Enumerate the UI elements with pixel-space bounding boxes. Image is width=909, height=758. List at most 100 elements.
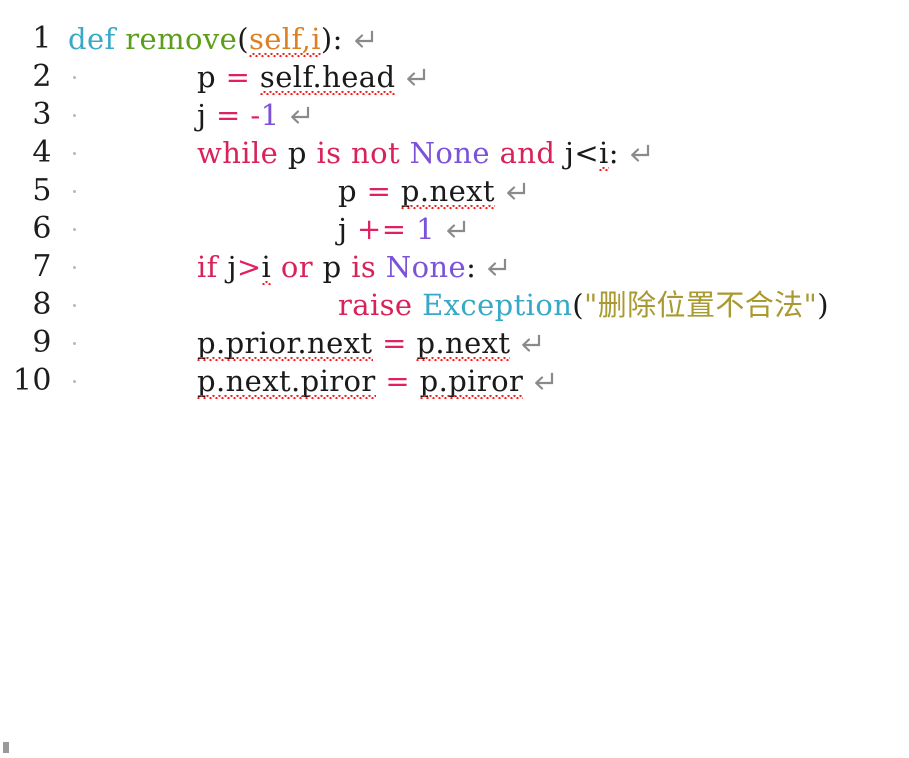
code-token: is [316, 136, 342, 170]
carriage-return-icon [626, 143, 650, 165]
spellcheck-underlined-token: p.next.piror [197, 364, 376, 399]
code-token: 1 [416, 212, 435, 246]
code-text[interactable]: j += 1 [338, 210, 466, 248]
code-token: = [385, 364, 411, 398]
code-token: None [385, 250, 467, 284]
code-token: raise [338, 288, 413, 322]
code-text[interactable]: p = p.next [338, 172, 526, 210]
whitespace-indicator-dot [73, 190, 76, 193]
line-number: 1 [32, 21, 52, 56]
code-token: = [382, 326, 407, 360]
spellcheck-underlined-token: self,i [248, 22, 321, 57]
code-line[interactable]: 6 j += 1 [0, 210, 909, 248]
code-text[interactable]: j = -1 [197, 96, 310, 134]
code-token: p [338, 174, 357, 208]
code-text[interactable]: p.prior.next = p.next [197, 324, 541, 362]
carriage-return-icon [483, 257, 507, 279]
code-editor[interactable]: 1 def remove(self,i): 2 p = self.head 3 j = -… [0, 0, 909, 758]
line-number: 6 [32, 211, 52, 246]
code-token: ) [817, 288, 829, 322]
line-number: 7 [32, 249, 52, 284]
code-token: : [608, 136, 619, 170]
code-token: = [366, 174, 392, 208]
code-line[interactable]: 9 p.prior.next = p.next [0, 324, 909, 362]
code-text[interactable]: def remove(self,i): [68, 20, 374, 58]
carriage-return-icon [286, 105, 310, 127]
spellcheck-underlined-token: p.next [416, 326, 511, 361]
code-text[interactable]: raise Exception("删除位置不合法") [338, 286, 829, 324]
carriage-return-icon [517, 333, 541, 355]
spellcheck-underlined-token: p.next [400, 174, 495, 209]
code-token: or [280, 250, 313, 284]
whitespace-indicator-dot [73, 228, 76, 231]
code-token: remove [125, 22, 238, 56]
code-line[interactable]: 8 raise Exception("删除位置不合法") [0, 286, 909, 324]
code-token: None [409, 136, 490, 170]
code-token: p [287, 136, 307, 170]
spellcheck-underlined-token: p.prior.next [197, 326, 373, 361]
code-token: Exception [422, 288, 573, 322]
whitespace-indicator-dot [73, 304, 76, 307]
spellcheck-underlined-token: p.piror [419, 364, 524, 399]
whitespace-indicator-dot [73, 76, 76, 79]
code-text[interactable]: while p is not None and j<i: [197, 134, 650, 172]
code-token: > [236, 250, 262, 284]
code-line[interactable]: 10 p.next.piror = p.piror [0, 362, 909, 400]
code-token: += [357, 212, 407, 246]
carriage-return-icon [402, 67, 426, 89]
code-text[interactable]: if j>i or p is None: [197, 248, 507, 286]
code-line[interactable]: 4 while p is not None and j<i: [0, 134, 909, 172]
line-number: 9 [32, 325, 52, 360]
code-token: "删除位置不合法" [584, 288, 818, 322]
code-token: and [499, 136, 556, 170]
code-token: j [338, 212, 348, 246]
code-line[interactable]: 1 def remove(self,i): [0, 20, 909, 58]
spellcheck-underlined-token: i [261, 250, 272, 285]
code-token: if [197, 250, 218, 284]
code-token: while [197, 136, 279, 170]
line-number: 2 [32, 59, 52, 94]
line-number: 4 [32, 135, 52, 170]
code-token: ( [572, 288, 584, 322]
code-token: j [227, 250, 237, 284]
code-token: - [250, 98, 261, 132]
code-line[interactable]: 5 p = p.next [0, 172, 909, 210]
text-cursor [3, 742, 9, 753]
code-text[interactable]: p = self.head [197, 58, 426, 96]
code-token: 1 [260, 98, 280, 132]
spellcheck-underlined-token: self.head [259, 60, 396, 95]
spellcheck-underlined-token: i [599, 136, 609, 171]
whitespace-indicator-dot [73, 380, 76, 383]
code-text[interactable]: p.next.piror = p.piror [197, 362, 554, 400]
code-token: def [68, 22, 116, 56]
code-token: not [351, 136, 401, 170]
carriage-return-icon [350, 29, 374, 51]
code-line[interactable]: 2 p = self.head [0, 58, 909, 96]
code-line[interactable]: 3 j = -1 [0, 96, 909, 134]
code-token: < [574, 136, 600, 170]
carriage-return-icon [502, 181, 526, 203]
code-line[interactable]: 7 if j>i or p is None: [0, 248, 909, 286]
whitespace-indicator-dot [73, 114, 76, 117]
code-token: ) [320, 22, 333, 56]
code-token: : [466, 250, 477, 284]
